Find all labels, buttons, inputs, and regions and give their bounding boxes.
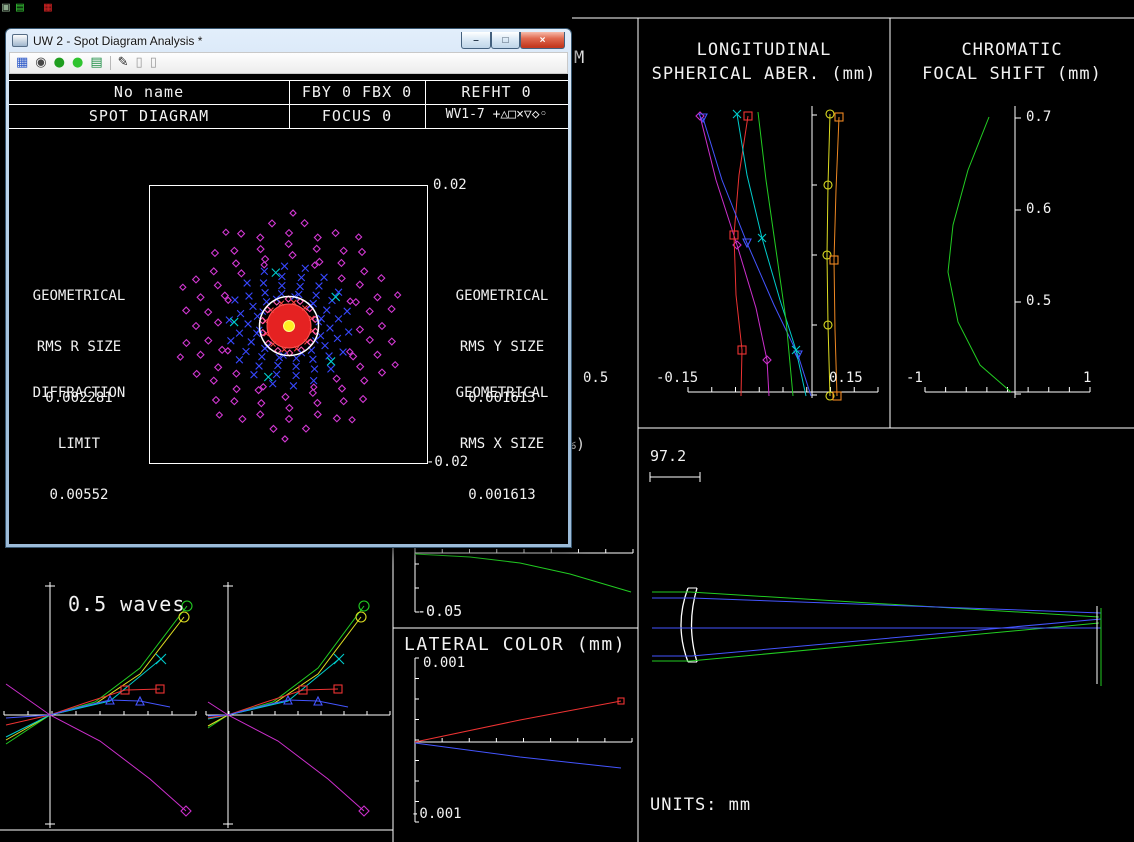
spot-frame bbox=[149, 185, 428, 464]
cfs-ytick-06: 0.6 bbox=[1026, 201, 1052, 217]
desktop-icon-1[interactable]: ▣ bbox=[2, 0, 10, 15]
hidden-title-fragment-m: M bbox=[574, 48, 586, 68]
cfs-ytick-07: 0.7 bbox=[1026, 109, 1052, 125]
plot-icon[interactable]: ▤ bbox=[90, 56, 102, 70]
window-icon bbox=[12, 34, 28, 47]
label-line: DIFFRACTION bbox=[32, 385, 126, 401]
spot-diagram-icon[interactable]: ◉ bbox=[35, 56, 46, 70]
diffraction-limit-label: DIFFRACTION LIMIT 0.00552 bbox=[18, 351, 140, 538]
lsa-title-line1: LONGITUDINAL bbox=[696, 40, 832, 60]
lateral-color-title: LATERAL COLOR (mm) bbox=[404, 634, 627, 655]
toolbar-separator bbox=[109, 56, 111, 70]
cfs-ytick-05: 0.5 bbox=[1026, 293, 1052, 309]
refht-value: REFHT 0 bbox=[461, 83, 532, 101]
diffraction-limit-value: 0.00552 bbox=[49, 487, 109, 503]
window-controls: – □ × bbox=[461, 32, 565, 49]
rms-x-size-label: GEOMETRICAL RMS X SIZE 0.001613 bbox=[441, 351, 563, 538]
rayfan-scale-label: 0.5 waves bbox=[68, 592, 186, 616]
pen-tool-icon[interactable]: ✎ bbox=[118, 56, 129, 70]
desktop-icon-2[interactable]: ▤ bbox=[16, 0, 24, 15]
page-icon-2[interactable]: ▯ bbox=[150, 56, 157, 70]
close-button[interactable]: × bbox=[520, 32, 565, 49]
label-line: GEOMETRICAL bbox=[455, 385, 549, 401]
psf-green-icon[interactable]: ● bbox=[72, 56, 83, 70]
minimize-button[interactable]: – bbox=[461, 32, 491, 49]
wavelength-legend: WV1-7 +△□×▽◇◦ bbox=[445, 107, 548, 122]
field-point: FBY 0 FBX 0 bbox=[301, 83, 413, 101]
window-toolbar: ▦ ◉ ● ● ▤ ✎ ▯ ▯ bbox=[9, 52, 568, 74]
rms-x-value: 0.001613 bbox=[468, 487, 536, 503]
lateral-ymax-label: 0.001 bbox=[423, 655, 466, 671]
label-line: LIMIT bbox=[57, 436, 101, 452]
hidden-scale-fragment: 0.5 bbox=[583, 370, 609, 386]
spot-scale-top: 0.02 bbox=[433, 177, 467, 193]
spot-diagram-window: UW 2 - Spot Diagram Analysis * – □ × ▦ ◉… bbox=[5, 28, 572, 548]
cfs-xmax-label: 1 bbox=[1083, 370, 1092, 386]
spot-pattern bbox=[176, 209, 402, 443]
window-titlebar[interactable]: UW 2 - Spot Diagram Analysis * – □ × bbox=[6, 29, 571, 52]
layout-scale-label: 97.2 bbox=[650, 447, 687, 465]
layout-units-label: UNITS: mm bbox=[650, 795, 752, 815]
label-line: GEOMETRICAL bbox=[455, 288, 549, 304]
spot-window-content: No name SPOT DIAGRAM FBY 0 FBX 0 FOCUS 0… bbox=[9, 74, 568, 544]
lsa-xmin-label: -0.15 bbox=[656, 370, 699, 386]
maximize-button[interactable]: □ bbox=[491, 32, 520, 49]
lsa-xmax-label: 0.15 bbox=[829, 370, 863, 386]
label-line: GEOMETRICAL bbox=[32, 288, 126, 304]
page-icon-1[interactable]: ▯ bbox=[136, 56, 143, 70]
desktop: ▣ ▤ ▦ LONGITUDINAL SPHERICAL ABER. (mm) … bbox=[0, 0, 1134, 842]
lens-name: No name bbox=[113, 83, 185, 101]
label-line: RMS X SIZE bbox=[459, 436, 545, 452]
cfs-title-line2: FOCAL SHIFT (mm) bbox=[922, 64, 1102, 84]
cfs-title-line1: CHROMATIC bbox=[961, 40, 1063, 60]
focus-value: FOCUS 0 bbox=[321, 107, 393, 125]
distortion-ymin-label: -0.05 bbox=[417, 602, 463, 620]
lateral-ymin-label: -0.001 bbox=[411, 806, 462, 822]
window-title: UW 2 - Spot Diagram Analysis * bbox=[33, 33, 203, 48]
table-line bbox=[9, 128, 568, 129]
desktop-icon-3[interactable]: ▦ bbox=[44, 0, 52, 15]
lsa-title-line2: SPHERICAL ABER. (mm) bbox=[651, 64, 877, 84]
analysis-name: SPOT DIAGRAM bbox=[88, 107, 210, 125]
cfs-xmin-label: -1 bbox=[906, 370, 923, 386]
spreadsheet-icon[interactable]: ▦ bbox=[16, 56, 28, 70]
spot-green-icon[interactable]: ● bbox=[54, 56, 65, 70]
